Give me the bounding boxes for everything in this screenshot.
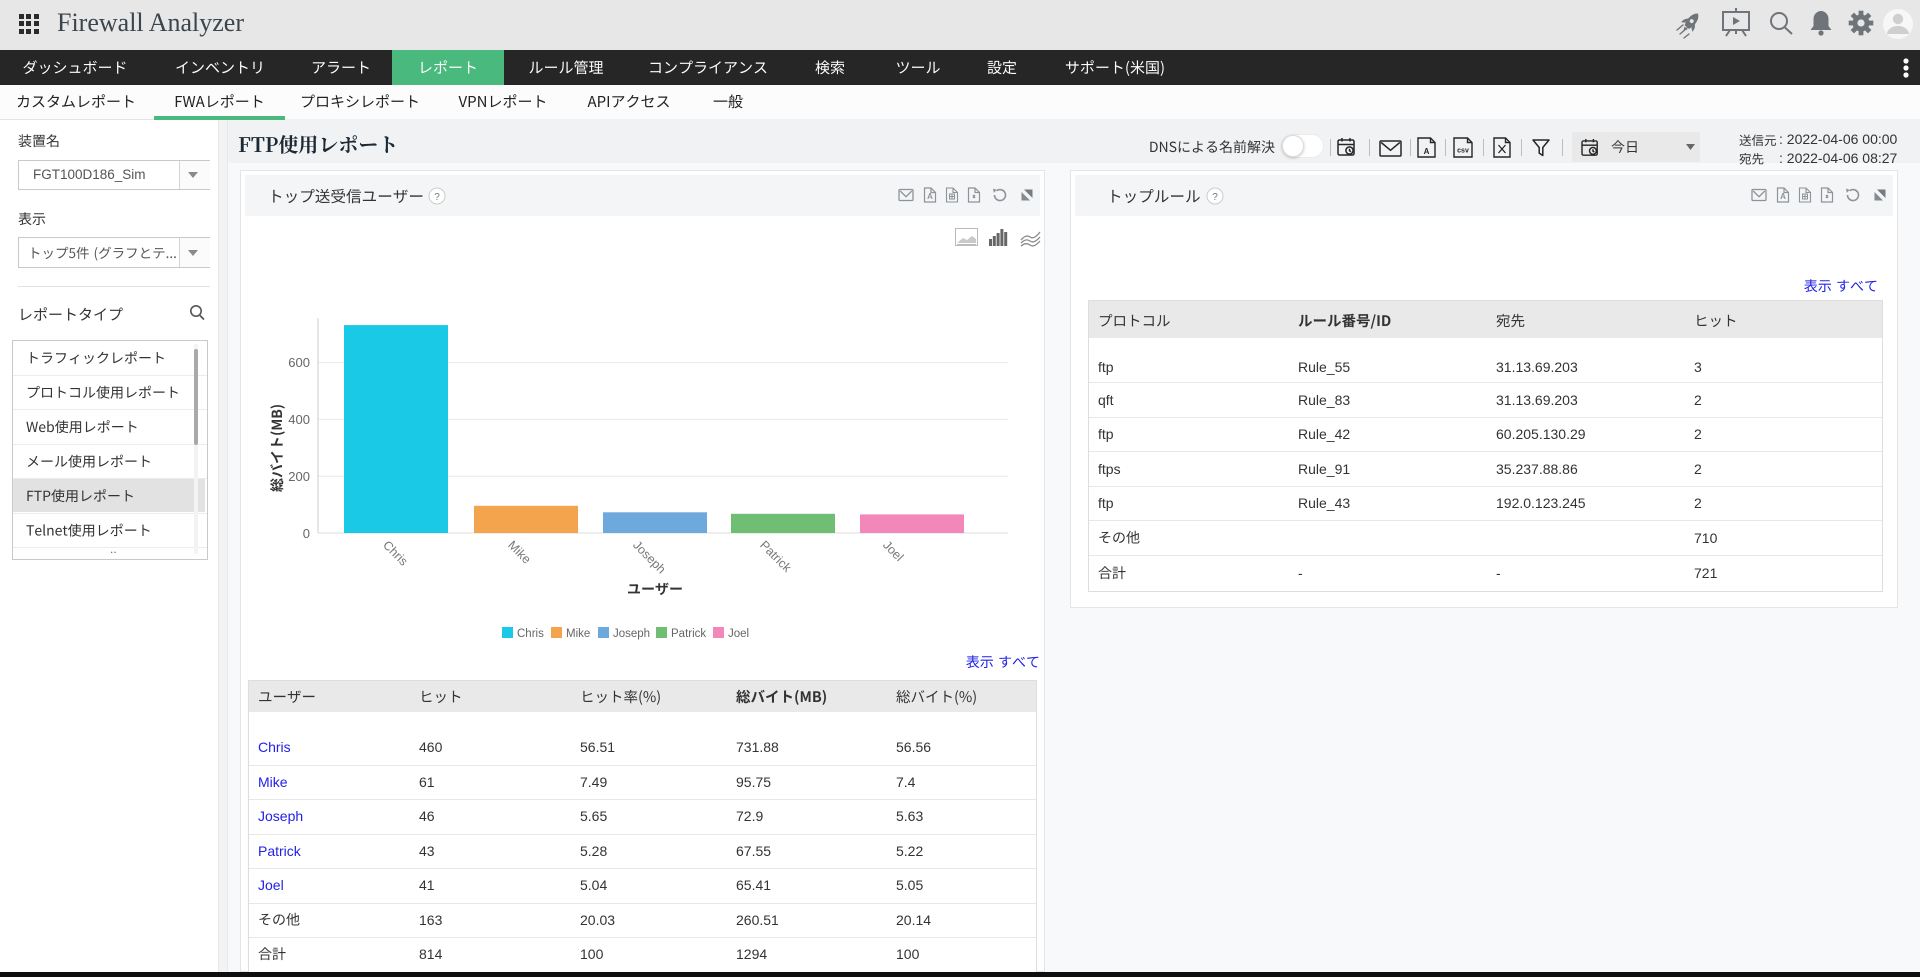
svg-text:?: ? [434,192,440,203]
svg-text:A: A [1780,192,1786,201]
svg-text:csv: csv [1457,148,1469,155]
svg-text:A: A [927,192,933,201]
svg-text:?: ? [1212,192,1218,203]
svg-text:A: A [1424,147,1430,156]
